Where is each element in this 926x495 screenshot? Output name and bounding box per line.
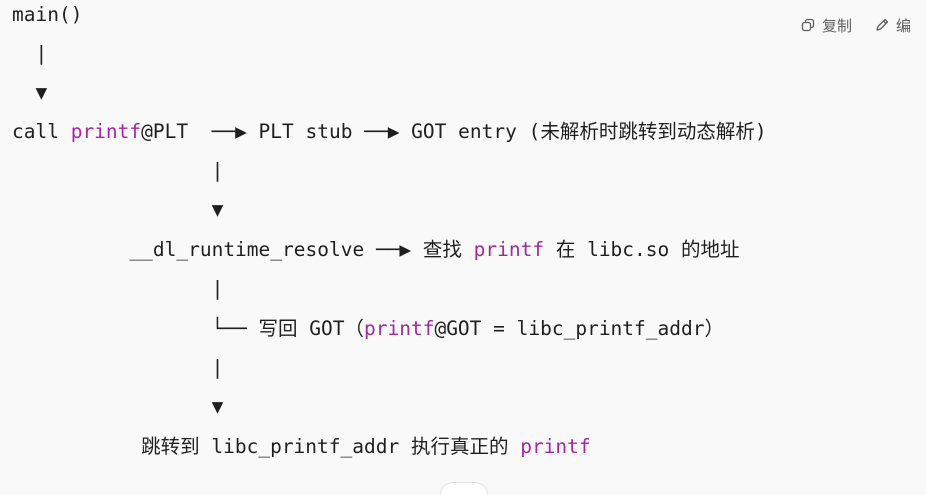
code-text: ▼ <box>12 395 224 418</box>
code-text: | <box>12 356 224 379</box>
code-line: ▼ <box>12 394 224 420</box>
code-text: @GOT = libc_printf_addr） <box>434 317 724 340</box>
code-keyword: printf <box>473 238 545 261</box>
code-text: 在 libc.so 的地址 <box>544 238 740 261</box>
code-text: main() <box>12 3 83 26</box>
code-text: call <box>12 120 71 143</box>
code-line: | <box>12 41 47 67</box>
code-text: ▼ <box>12 81 48 104</box>
code-toolbar: 复制 编 <box>800 12 926 38</box>
code-keyword: printf <box>70 120 142 143</box>
copy-button[interactable]: 复制 <box>800 15 852 36</box>
code-line: 跳转到 libc_printf_addr 执行真正的 printf <box>12 434 591 460</box>
code-line: main() <box>12 2 82 28</box>
code-line: ▼ <box>12 197 224 223</box>
copy-label: 复制 <box>822 16 853 35</box>
code-text: @PLT ──▶ PLT stub ──▶ GOT entry (未解析时跳转到… <box>141 120 767 143</box>
code-text: | <box>12 42 48 65</box>
code-text: __dl_runtime_resolve ──▶ 查找 <box>12 238 474 261</box>
code-text: └── 写回 GOT（ <box>12 317 364 340</box>
code-line: | <box>12 355 224 381</box>
scroll-down-button[interactable] <box>440 482 488 495</box>
code-text: | <box>12 159 224 182</box>
code-keyword: printf <box>364 317 435 340</box>
code-line: └── 写回 GOT（printf@GOT = libc_printf_addr… <box>12 316 724 342</box>
code-line: | <box>12 158 224 184</box>
code-line: | <box>12 276 224 302</box>
code-line: __dl_runtime_resolve ──▶ 查找 printf 在 lib… <box>12 237 740 263</box>
code-keyword: printf <box>520 435 591 458</box>
edit-label: 编 <box>896 16 912 35</box>
copy-icon <box>801 18 815 32</box>
code-line: ▼ <box>12 80 47 106</box>
code-text: 跳转到 libc_printf_addr 执行真正的 <box>12 435 521 458</box>
pencil-icon <box>876 18 889 31</box>
code-line: call printf@PLT ──▶ PLT stub ──▶ GOT ent… <box>12 119 767 145</box>
code-text: ▼ <box>12 198 224 221</box>
code-block: main() | ▼ call printf@PLT ──▶ PLT stub … <box>0 0 926 488</box>
code-text: | <box>12 277 224 300</box>
edit-button[interactable]: 编 <box>874 15 911 36</box>
